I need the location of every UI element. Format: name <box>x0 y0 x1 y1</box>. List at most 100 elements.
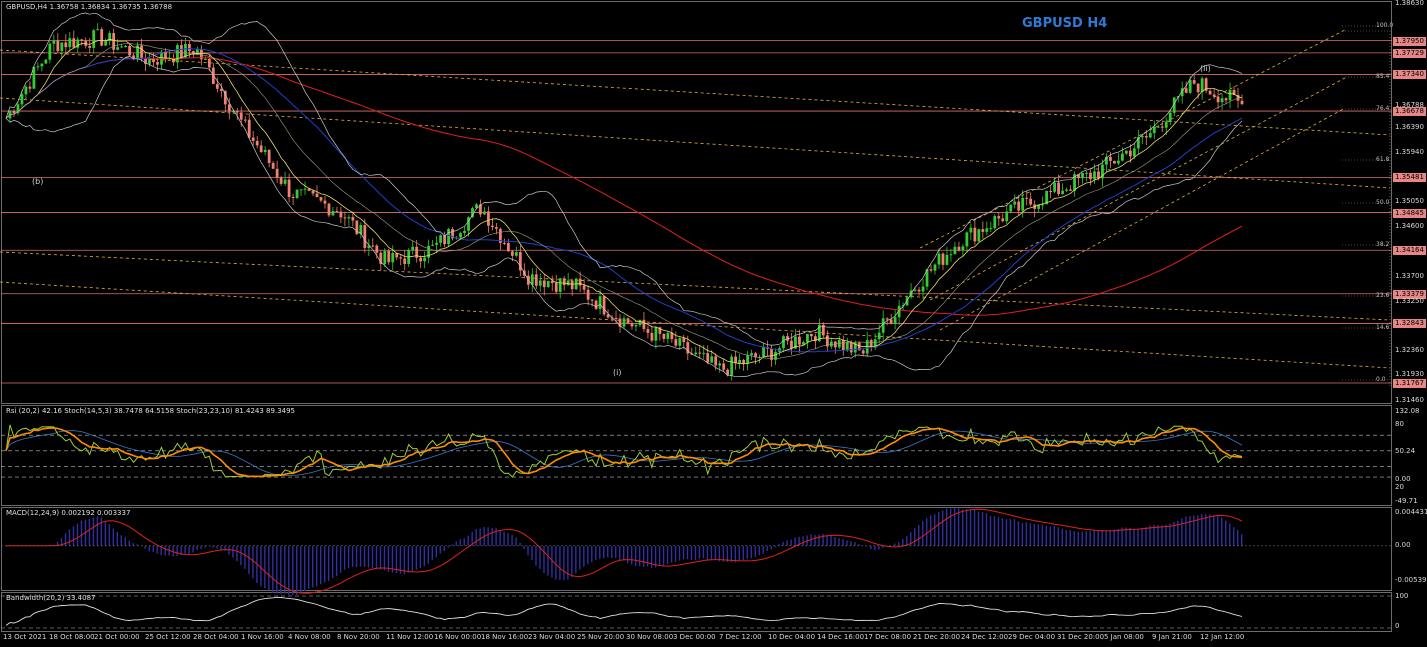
candle-body <box>128 45 131 56</box>
macd-bar <box>76 523 79 546</box>
price-label: 1.33250 <box>1395 296 1424 305</box>
candle-body <box>845 342 849 351</box>
macd-bar <box>918 525 920 546</box>
candle-body <box>124 45 128 47</box>
macd-bar <box>579 545 581 570</box>
fib-level-label: 0.0 <box>1376 376 1386 383</box>
macd-bar <box>623 545 625 561</box>
macd-bar <box>969 509 972 546</box>
candle-body <box>706 353 710 363</box>
macd-bar <box>359 545 362 567</box>
macd-bar <box>766 545 768 552</box>
macd-bar <box>335 545 338 577</box>
candle-body <box>176 45 179 63</box>
candle-body <box>439 235 442 243</box>
candle-body <box>937 253 941 265</box>
time-label: 9 Jan 21:00 <box>1152 633 1192 641</box>
candle-body <box>1097 171 1100 179</box>
macd-bar <box>80 520 83 546</box>
macd-bar <box>144 545 146 550</box>
price-label: 1.33700 <box>1395 271 1424 280</box>
candle-body <box>666 332 670 339</box>
price-label: 1.35050 <box>1395 197 1424 206</box>
macd-bar <box>965 509 968 546</box>
macd-bar <box>595 545 597 561</box>
candle-body <box>1065 189 1068 191</box>
candle-body <box>702 353 706 355</box>
candle-body <box>1212 94 1216 97</box>
indicator-axis-label: 100 <box>1395 592 1409 600</box>
macd-bar <box>503 531 505 546</box>
candle-body <box>861 350 865 354</box>
candle-body <box>72 38 76 48</box>
macd-bar <box>156 545 158 554</box>
macd-bar <box>670 545 673 563</box>
candle-body <box>263 149 267 153</box>
macd-bar <box>854 542 856 546</box>
macd-bar <box>706 545 709 560</box>
price-tag: 1.34164 <box>1393 246 1426 256</box>
candle-body <box>1117 160 1120 164</box>
macd-bar <box>1141 527 1143 546</box>
macd-bar <box>630 545 633 565</box>
macd-bar <box>515 537 517 546</box>
candle-body <box>626 318 630 324</box>
macd-bar <box>379 545 382 570</box>
macd-bar <box>583 545 585 567</box>
macd-bar <box>240 545 242 566</box>
indicator-axis-label: -0.005392 <box>1395 576 1427 584</box>
macd-bar <box>838 538 840 546</box>
candle-body <box>682 338 686 343</box>
macd-bar <box>511 535 513 546</box>
macd-bar <box>112 528 115 546</box>
macd-bar <box>104 521 107 546</box>
candle-body <box>180 45 183 58</box>
candle-body <box>1081 173 1084 179</box>
candle-body <box>259 145 263 153</box>
macd-bar <box>499 530 501 546</box>
time-label: 11 Nov 12:00 <box>386 633 434 641</box>
time-label: 18 Nov 16:00 <box>481 633 529 641</box>
macd-bar <box>818 534 820 546</box>
macd-bar <box>746 545 748 559</box>
candle-body <box>1200 78 1204 92</box>
candle-body <box>562 278 566 286</box>
macd-bar <box>407 545 410 573</box>
candle-body <box>1240 100 1244 105</box>
macd-bar <box>1189 516 1191 546</box>
price-tag: 1.35481 <box>1393 173 1426 183</box>
candle-body <box>267 149 271 164</box>
macd-bar <box>933 514 936 546</box>
candle-body <box>152 58 155 63</box>
candle-body <box>829 341 833 347</box>
candle-body <box>1005 211 1009 222</box>
candle-body <box>1069 189 1072 191</box>
candle-body <box>463 230 466 234</box>
macd-bar <box>216 545 218 549</box>
candle-body <box>622 318 626 327</box>
macd-bar <box>419 545 422 568</box>
macd-bar <box>981 511 984 546</box>
price-label: 1.35940 <box>1395 147 1424 156</box>
candle-body <box>638 319 642 326</box>
macd-bar <box>459 539 461 546</box>
candle-body <box>24 86 28 95</box>
macd-bar <box>1205 514 1207 546</box>
bollinger-mid <box>5 42 1243 359</box>
macd-bar <box>937 512 940 546</box>
wave-label-b: (b) <box>32 177 44 186</box>
macd-bar <box>555 545 557 580</box>
macd-bar <box>738 545 741 561</box>
macd-bar <box>212 545 214 548</box>
candle-body <box>295 189 299 199</box>
time-label: 12 Jan 12:00 <box>1200 633 1245 641</box>
candle-body <box>92 30 96 48</box>
candle-body <box>1025 197 1029 199</box>
macd-bar <box>443 545 445 552</box>
macd-bar <box>1057 527 1059 546</box>
macd-bar <box>686 545 689 560</box>
macd-bar <box>786 540 788 546</box>
macd-bar <box>682 545 685 560</box>
candle-body <box>1164 121 1168 128</box>
macd-bar <box>642 545 645 567</box>
